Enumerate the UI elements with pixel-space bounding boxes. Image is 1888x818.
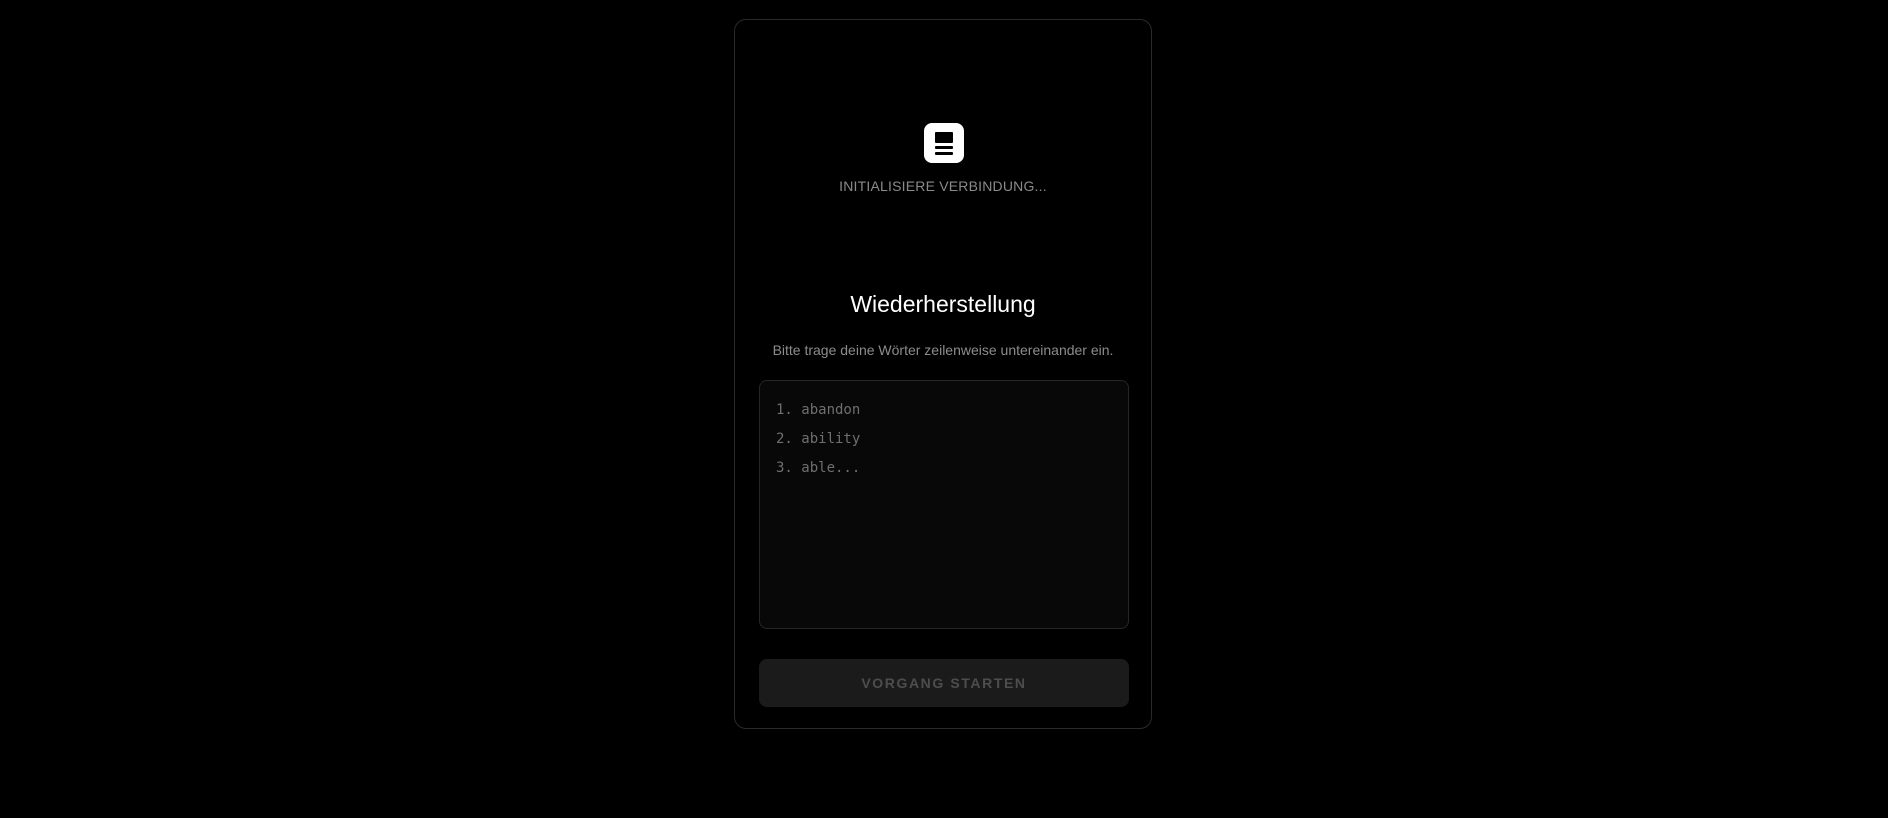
connection-status: INITIALISIERE VERBINDUNG... <box>839 178 1047 194</box>
start-process-button[interactable]: VORGANG STARTEN <box>759 659 1129 707</box>
recovery-words-input[interactable] <box>759 380 1129 629</box>
page-title: Wiederherstellung <box>850 291 1036 317</box>
instruction-text: Bitte trage deine Wörter zeilenweise unt… <box>772 342 1114 358</box>
server-stack-icon <box>924 123 964 163</box>
recovery-card: INITIALISIERE VERBINDUNG... Wiederherste… <box>734 19 1152 729</box>
